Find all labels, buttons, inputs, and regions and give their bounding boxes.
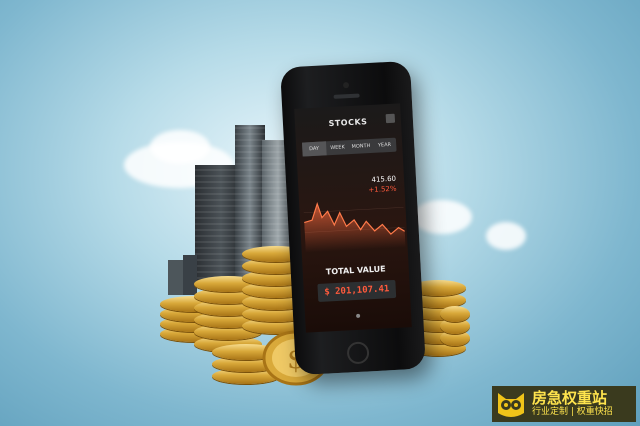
menu-icon[interactable] bbox=[385, 113, 396, 124]
tab-month[interactable]: MONTH bbox=[349, 139, 373, 154]
scene: $ STOCKS DAY WEEK MONTH YEAR 415.60 +1.5… bbox=[0, 0, 640, 426]
smartphone: STOCKS DAY WEEK MONTH YEAR 415.60 +1.52% bbox=[280, 60, 426, 376]
cloud-far-right bbox=[486, 222, 526, 250]
stock-chart bbox=[303, 201, 406, 253]
building-small bbox=[183, 255, 197, 295]
total-value-amount: $ 201,107.41 bbox=[317, 279, 397, 302]
owl-logo-icon bbox=[498, 393, 524, 417]
total-value-label: TOTAL VALUE bbox=[325, 264, 386, 277]
tab-day[interactable]: DAY bbox=[301, 141, 327, 157]
watermark: 房急权重站 行业定制 | 权重快招 bbox=[492, 386, 636, 422]
camera-icon bbox=[342, 82, 350, 89]
watermark-title: 房急权重站 bbox=[532, 389, 608, 407]
page-indicator bbox=[356, 313, 361, 318]
home-button[interactable] bbox=[346, 341, 370, 365]
speaker-grille bbox=[333, 93, 360, 99]
cloud-left-puff bbox=[150, 130, 210, 164]
tab-year[interactable]: YEAR bbox=[372, 138, 396, 153]
watermark-subtitle: 行业定制 | 权重快招 bbox=[532, 407, 613, 417]
phone-screen: STOCKS DAY WEEK MONTH YEAR 415.60 +1.52% bbox=[294, 103, 412, 333]
period-tabs: DAY WEEK MONTH YEAR bbox=[301, 137, 397, 157]
cloud-right bbox=[412, 200, 472, 234]
tab-week[interactable]: WEEK bbox=[325, 140, 349, 155]
building-small bbox=[168, 260, 184, 295]
